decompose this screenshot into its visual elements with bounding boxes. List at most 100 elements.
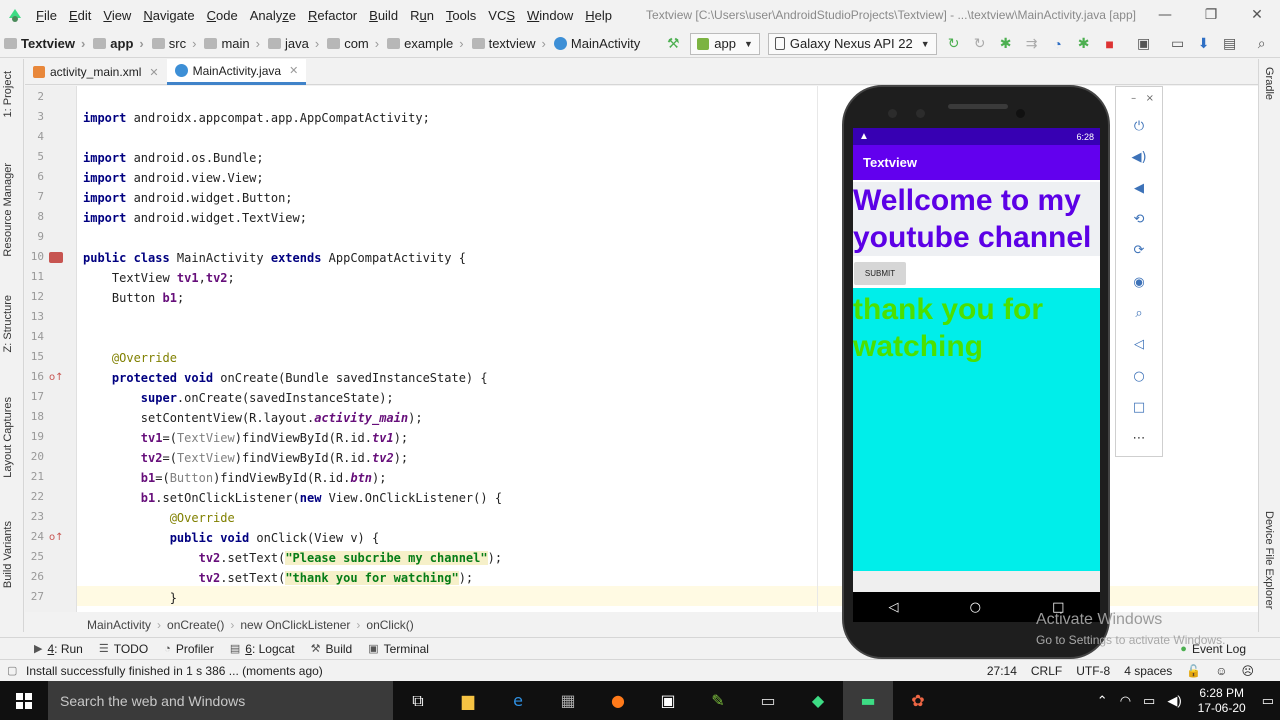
calculator-icon[interactable]: ▦ [543, 681, 593, 720]
minimize-icon[interactable]: – [1131, 93, 1136, 104]
lock-icon[interactable]: 🔓 [1186, 664, 1201, 678]
crumb-method[interactable]: onCreate() [167, 618, 224, 632]
restore-icon[interactable]: ❐ [1188, 0, 1234, 30]
android-studio-icon[interactable]: ◆ [793, 681, 843, 720]
line-separator[interactable]: CRLF [1031, 664, 1062, 678]
camera-icon[interactable]: ◉ [1129, 273, 1149, 291]
menu-item[interactable]: Refactor [302, 8, 363, 23]
tool-project[interactable]: 1: Project [2, 71, 14, 117]
profiler-tool-button[interactable]: ◔ Profiler [156, 642, 222, 656]
minimize-icon[interactable]: — [1142, 0, 1188, 30]
attach-debugger-icon[interactable]: ⇉ [1021, 34, 1043, 54]
apply-code-changes-icon[interactable]: ↻ [969, 34, 991, 54]
menu-item[interactable]: Run [404, 8, 440, 23]
close-icon[interactable]: × [1146, 93, 1154, 104]
crumb-onclick[interactable]: onClick() [366, 618, 413, 632]
home-icon[interactable]: ○ [1129, 367, 1149, 385]
breadcrumb-item[interactable]: MainActivity [550, 36, 644, 51]
terminal-tool-button[interactable]: ▣ Terminal [360, 642, 437, 656]
breadcrumb-item[interactable]: main › [200, 36, 264, 51]
attach-process-icon[interactable]: ✱ [1073, 34, 1095, 54]
panel-toggle-icon[interactable]: ▢ [7, 664, 17, 677]
paint-icon[interactable]: ✿ [893, 681, 943, 720]
edge-icon[interactable]: e [493, 681, 543, 720]
taskbar-clock[interactable]: 6:28 PM 17-06-20 [1198, 686, 1246, 716]
close-icon[interactable]: ✕ [149, 66, 158, 79]
battery-icon[interactable]: ▭ [1143, 693, 1155, 709]
more-icon[interactable]: ⋯ [1129, 429, 1149, 447]
notification-center-icon[interactable]: ▭ [1262, 693, 1274, 709]
menu-item[interactable]: View [97, 8, 137, 23]
tool-gradle[interactable]: Gradle [1263, 67, 1275, 100]
file-encoding[interactable]: UTF-8 [1076, 664, 1110, 678]
overview-icon[interactable]: □ [1129, 398, 1149, 416]
tab-main-activity-java[interactable]: MainActivity.java ✕ [166, 59, 307, 85]
hammer-icon[interactable]: ⚒ [662, 34, 684, 54]
tool-structure[interactable]: Z: Structure [2, 295, 14, 352]
breadcrumb-item[interactable]: textview › [468, 36, 550, 51]
notification-icon[interactable]: ☹ [1241, 664, 1254, 678]
layout-inspector-icon[interactable]: ▤ [1219, 34, 1241, 54]
breadcrumb-item[interactable]: java › [264, 36, 323, 51]
sync-project-icon[interactable]: ▣ [1133, 34, 1155, 54]
menu-item[interactable]: Tools [440, 8, 482, 23]
tab-activity-main-xml[interactable]: activity_main.xml ✕ [25, 59, 167, 85]
wifi-icon[interactable]: ◠ [1120, 693, 1131, 709]
rotate-right-icon[interactable]: ⟳ [1129, 241, 1149, 259]
firefox-icon[interactable]: ● [593, 681, 643, 720]
emulator-icon[interactable]: ▬ [843, 681, 893, 720]
menu-item[interactable]: VCS [482, 8, 521, 23]
caret-position[interactable]: 27:14 [987, 664, 1017, 678]
close-icon[interactable]: ✕ [1234, 0, 1280, 30]
avd-manager-icon[interactable]: ▭ [1167, 34, 1189, 54]
volume-icon[interactable]: ◀) [1167, 693, 1181, 709]
search-icon[interactable]: ⌕ [1251, 34, 1273, 54]
back-icon[interactable]: ◁ [1129, 335, 1149, 353]
menu-item[interactable]: Build [363, 8, 404, 23]
submit-button[interactable]: SUBMIT [854, 262, 906, 285]
breadcrumb-item[interactable]: src › [148, 36, 201, 51]
logcat-tool-button[interactable]: ▤ 6: Logcat [222, 642, 303, 656]
volume-down-icon[interactable]: ◀ [1129, 179, 1149, 197]
build-tool-button[interactable]: ⚒ Build [303, 642, 361, 656]
crumb-listener[interactable]: new OnClickListener [240, 618, 350, 632]
crumb-class[interactable]: MainActivity [87, 618, 151, 632]
emulator-screen[interactable]: ▲ 6:28 Textview Wellcome to my youtube c… [853, 128, 1100, 592]
breadcrumb-item[interactable]: com › [323, 36, 383, 51]
breadcrumb-item[interactable]: Textview › [0, 36, 89, 51]
volume-up-icon[interactable]: ◀) [1129, 148, 1149, 166]
breadcrumb-item[interactable]: example › [383, 36, 467, 51]
rotate-left-icon[interactable]: ⟲ [1129, 210, 1149, 228]
windows-start-icon[interactable] [0, 681, 48, 720]
hector-icon[interactable]: ☺ [1215, 664, 1227, 678]
debug-icon[interactable]: ✱ [995, 34, 1017, 54]
device-select[interactable]: Galaxy Nexus API 22 ▼ [767, 32, 937, 55]
tool-build-variants[interactable]: Build Variants [2, 521, 14, 588]
close-icon[interactable]: ✕ [289, 64, 298, 77]
chevron-up-icon[interactable]: ⌃ [1097, 693, 1108, 709]
profile-icon[interactable]: ◔ [1047, 34, 1069, 54]
todo-tool-button[interactable]: ☰ TODO [91, 642, 156, 656]
menu-item[interactable]: Analyze [244, 8, 302, 23]
task-view-icon[interactable]: ⧉ [393, 681, 443, 720]
menu-item[interactable]: Code [201, 8, 244, 23]
power-icon[interactable]: ⏻ [1129, 117, 1149, 135]
menu-item[interactable]: Window [521, 8, 579, 23]
menu-item[interactable]: File [30, 8, 63, 23]
stop-icon[interactable]: ■ [1099, 34, 1121, 54]
menu-item[interactable]: Navigate [137, 8, 200, 23]
tool-layout-captures[interactable]: Layout Captures [2, 397, 14, 478]
indent-setting[interactable]: 4 spaces [1124, 664, 1172, 678]
taskbar-search-input[interactable]: Search the web and Windows [48, 681, 393, 720]
notepad-plus-icon[interactable]: ✎ [693, 681, 743, 720]
store-icon[interactable]: ▣ [643, 681, 693, 720]
back-icon[interactable]: ◁ [889, 600, 899, 615]
menu-item[interactable]: Edit [63, 8, 97, 23]
tool-resource-manager[interactable]: Resource Manager [2, 163, 14, 257]
run-config-select[interactable]: app ▼ [690, 32, 760, 55]
tool-device-file-explorer[interactable]: Device File Explorer [1263, 511, 1275, 609]
run-tool-button[interactable]: ▶ 4: Run [26, 642, 91, 656]
home-icon[interactable]: ○ [970, 600, 981, 615]
file-explorer-icon[interactable]: ▆ [443, 681, 493, 720]
apply-changes-icon[interactable]: ↻ [943, 34, 965, 54]
